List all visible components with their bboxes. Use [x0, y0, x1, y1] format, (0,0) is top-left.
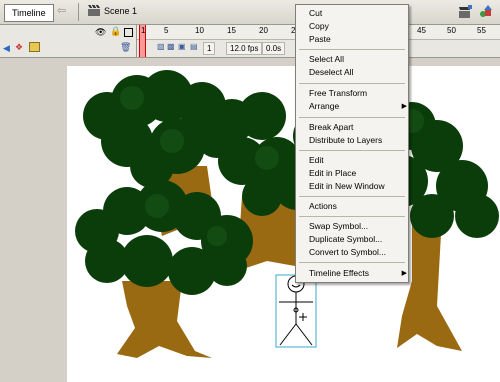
outline-icon[interactable] — [124, 28, 133, 37]
add-guide-layer-icon[interactable]: ❖ — [15, 42, 23, 53]
scene-name: Scene 1 — [104, 6, 138, 16]
menu-separator — [299, 117, 405, 118]
menu-item-copy[interactable]: Copy — [309, 21, 329, 32]
edit-symbols-icon[interactable] — [479, 4, 494, 19]
submenu-arrow-icon: ▶ — [401, 270, 407, 277]
menu-separator — [299, 196, 405, 197]
onion-outlines-icon[interactable]: ▣ — [178, 42, 186, 51]
menu-item-free-transform[interactable]: Free Transform — [309, 88, 367, 99]
menu-separator — [299, 83, 405, 84]
menu-item-convert-to-symbol[interactable]: Convert to Symbol... — [309, 247, 386, 258]
trash-icon[interactable]: 🗑 — [120, 42, 131, 53]
frame-tick: 45 — [417, 26, 426, 35]
layer-header: 👁 🔒 ◀ ❖ 🗑 — [0, 25, 137, 57]
elapsed-time-display: 0.0s — [262, 42, 286, 55]
menu-item-break-apart[interactable]: Break Apart — [309, 122, 353, 133]
menu-item-swap-symbol[interactable]: Swap Symbol... — [309, 221, 368, 232]
menu-item-actions[interactable]: Actions — [309, 201, 337, 212]
edit-scene-icon[interactable] — [458, 4, 473, 19]
scene-clapper-icon — [88, 5, 100, 16]
menu-separator — [299, 216, 405, 217]
insert-folder-icon[interactable] — [29, 42, 40, 52]
menu-item-deselect-all[interactable]: Deselect All — [309, 67, 353, 78]
menu-item-timeline-effects[interactable]: Timeline Effects ▶ — [309, 268, 407, 279]
menu-item-arrange-label: Arrange — [309, 101, 340, 111]
menu-item-edit-in-new-window[interactable]: Edit in New Window — [309, 181, 385, 192]
context-menu: Cut Copy Paste Select All Deselect All F… — [295, 4, 409, 283]
frame-tick: 55 — [477, 26, 486, 35]
frame-tick: 50 — [447, 26, 456, 35]
edit-bar: Timeline ⇦ Scene 1 — [0, 0, 500, 25]
stage-canvas[interactable] — [67, 66, 500, 382]
menu-item-edit[interactable]: Edit — [309, 155, 324, 166]
menu-separator — [299, 150, 405, 151]
frame-tick: 5 — [164, 26, 169, 35]
menu-separator — [299, 49, 405, 50]
crosshair-cursor-icon — [299, 313, 307, 321]
back-arrow-icon[interactable]: ⇦ — [57, 5, 69, 17]
menu-item-timeline-effects-label: Timeline Effects — [309, 268, 369, 278]
timeline-panel: 👁 🔒 ◀ ❖ 🗑 5 10 15 20 25 30 35 40 45 50 5… — [0, 25, 500, 58]
stage-area — [0, 58, 500, 382]
timeline-toggle-button[interactable]: Timeline — [4, 4, 54, 22]
playhead-frame-label: 1 — [141, 26, 146, 35]
center-frame-icon[interactable]: ▧ — [157, 42, 165, 51]
onion-skin-icon[interactable]: ▩ — [167, 42, 175, 51]
menu-item-edit-in-place[interactable]: Edit in Place — [309, 168, 356, 179]
stick-figure-symbol[interactable] — [279, 275, 313, 346]
stage-artwork — [75, 70, 499, 358]
insert-layer-icon[interactable]: ◀ — [3, 43, 10, 54]
frame-tick: 20 — [259, 26, 268, 35]
menu-item-paste[interactable]: Paste — [309, 34, 331, 45]
menu-item-duplicate-symbol[interactable]: Duplicate Symbol... — [309, 234, 382, 245]
eye-icon[interactable]: 👁 — [95, 27, 106, 38]
menu-item-cut[interactable]: Cut — [309, 8, 322, 19]
frame-tick: 15 — [227, 26, 236, 35]
menu-item-arrange[interactable]: Arrange ▶ — [309, 101, 407, 112]
menu-item-select-all[interactable]: Select All — [309, 54, 344, 65]
menu-item-distribute-to-layers[interactable]: Distribute to Layers — [309, 135, 382, 146]
frame-tick: 10 — [195, 26, 204, 35]
lock-icon[interactable]: 🔒 — [110, 26, 121, 37]
current-frame-display: 1 — [203, 42, 216, 55]
submenu-arrow-icon: ▶ — [401, 103, 407, 110]
menu-separator — [299, 262, 405, 263]
edit-multiple-frames-icon[interactable]: ▤ — [190, 42, 198, 51]
frame-rate-display: 12.0 fps — [226, 42, 263, 55]
toolbar-divider — [78, 3, 79, 21]
